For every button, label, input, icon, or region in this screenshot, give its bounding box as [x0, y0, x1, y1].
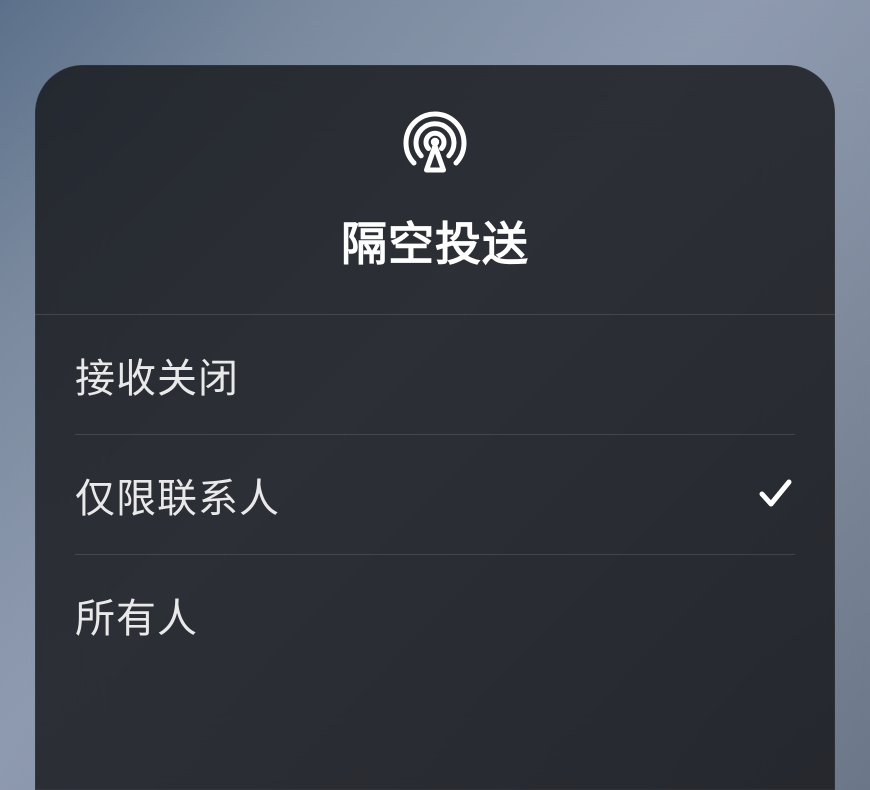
panel-title: 隔空投送	[341, 208, 529, 274]
option-contacts-only[interactable]: 仅限联系人	[35, 435, 835, 555]
airdrop-panel: 隔空投送 接收关闭 仅限联系人 所有人	[35, 65, 835, 790]
option-everyone[interactable]: 所有人	[35, 555, 835, 675]
option-receiving-off[interactable]: 接收关闭	[35, 315, 835, 435]
checkmark-icon	[755, 473, 795, 518]
option-label: 接收关闭	[75, 346, 239, 404]
option-label: 所有人	[75, 586, 198, 644]
options-list: 接收关闭 仅限联系人 所有人	[35, 315, 835, 675]
option-label: 仅限联系人	[75, 466, 280, 524]
panel-header: 隔空投送	[35, 65, 835, 315]
airdrop-icon	[402, 109, 468, 180]
